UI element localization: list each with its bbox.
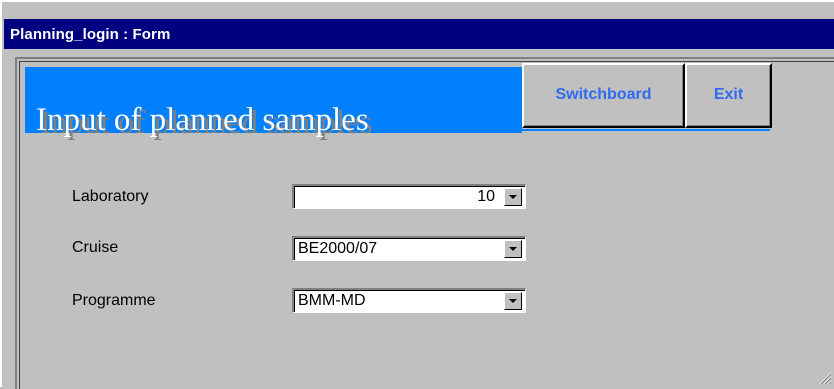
- exit-button[interactable]: Exit: [685, 63, 772, 128]
- title-bar[interactable]: Planning_login : Form: [4, 19, 834, 49]
- laboratory-value: 10: [477, 188, 495, 205]
- cruise-dropdown-arrow-icon[interactable]: [504, 240, 522, 258]
- laboratory-label: Laboratory: [72, 188, 149, 205]
- programme-dropdown-arrow-icon[interactable]: [504, 292, 522, 310]
- cruise-label: Cruise: [72, 239, 119, 256]
- resize-grip-icon[interactable]: [818, 371, 832, 385]
- programme-combobox[interactable]: BMM-MD: [292, 288, 526, 313]
- cruise-combobox[interactable]: BE2000/07: [292, 236, 526, 261]
- form-window: Planning_login : Form Input of planned s…: [0, 0, 834, 389]
- laboratory-dropdown-arrow-icon[interactable]: [504, 188, 522, 206]
- laboratory-combobox[interactable]: 10: [292, 184, 526, 209]
- banner-title: Input of planned samples: [36, 102, 369, 138]
- programme-label: Programme: [72, 292, 156, 309]
- switchboard-button[interactable]: Switchboard: [522, 63, 685, 128]
- cruise-value: BE2000/07: [298, 240, 378, 257]
- exit-button-label: Exit: [713, 86, 744, 103]
- window-title: Planning_login : Form: [10, 26, 171, 43]
- switchboard-button-label: Switchboard: [555, 86, 652, 103]
- banner-underline: [522, 129, 770, 131]
- programme-value: BMM-MD: [298, 292, 366, 309]
